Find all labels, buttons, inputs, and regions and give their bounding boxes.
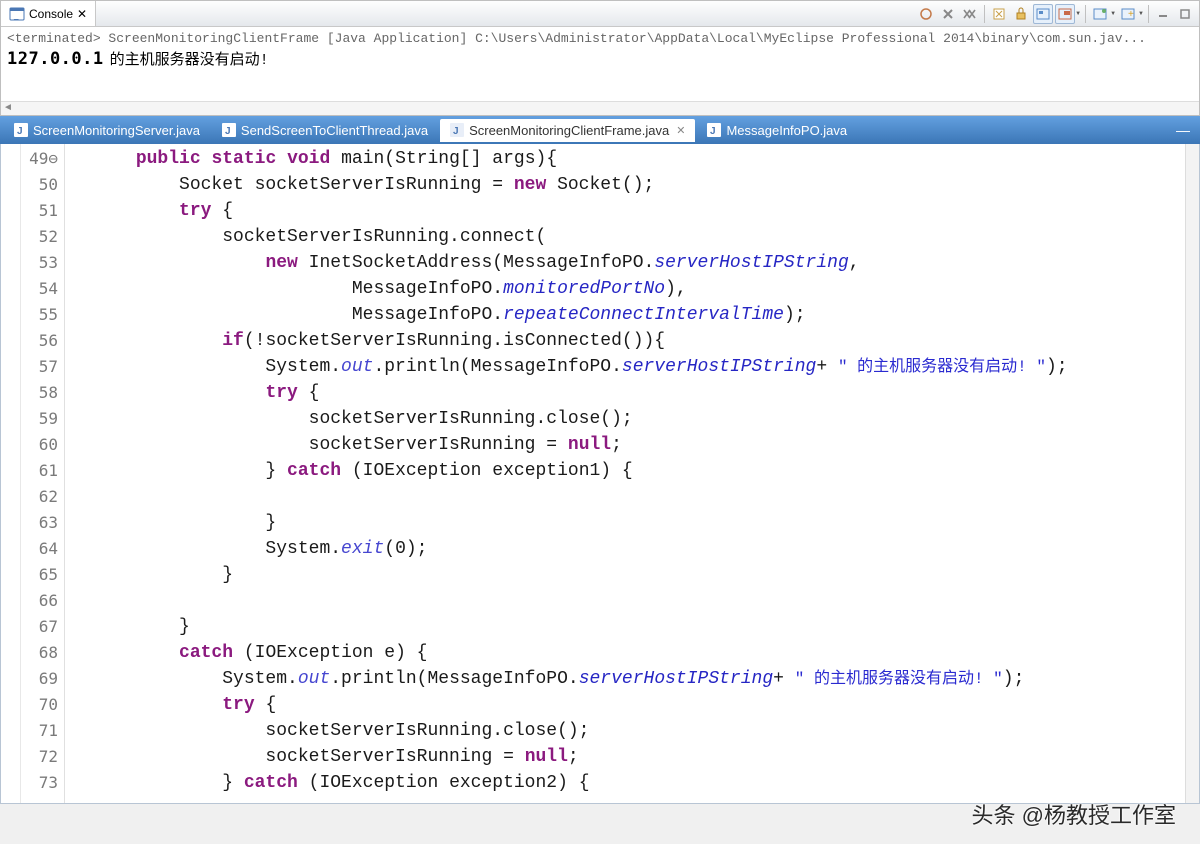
remove-all-launches-icon[interactable] [960,4,980,24]
java-file-icon: J [707,123,721,137]
line-number: 57 [21,354,64,380]
console-output-msg: 的主机服务器没有启动! [110,48,269,69]
console-tabbar: _ Console ✕ ▼ ▼ + ▼ [1,1,1199,27]
console-tab-label: Console [29,7,73,21]
editor-area: 49⊖ 50 51 52 53 54 55 56 57 58 59 60 61 … [0,144,1200,804]
line-number: 52 [21,224,64,250]
line-number: 54 [21,276,64,302]
java-file-icon: J [14,123,28,137]
close-icon[interactable]: ✕ [676,124,685,137]
svg-text:+: + [1128,9,1134,20]
editor-tab-label: ScreenMonitoringClientFrame.java [469,123,669,138]
console-status-line: <terminated> ScreenMonitoringClientFrame… [7,31,1193,46]
separator [1085,5,1086,23]
line-number: 72 [21,744,64,770]
editor-tabbar: J ScreenMonitoringServer.java J SendScre… [0,116,1200,144]
svg-text:J: J [225,126,231,137]
line-number: 51 [21,198,64,224]
line-number: 66 [21,588,64,614]
editor-tab-messageinfo[interactable]: J MessageInfoPO.java [697,119,857,142]
editor-tab-label: ScreenMonitoringServer.java [33,123,200,138]
console-toolbar: ▼ ▼ + ▼ [916,4,1199,24]
editor-tab-label: SendScreenToClientThread.java [241,123,428,138]
console-output-line: 127.0.0.1 的主机服务器没有启动! [7,46,1193,69]
editor-tab-clientframe[interactable]: J ScreenMonitoringClientFrame.java ✕ [440,119,695,142]
line-number: 55 [21,302,64,328]
stop-icon[interactable] [916,4,936,24]
console-tab[interactable]: _ Console ✕ [1,1,96,26]
line-number: 67 [21,614,64,640]
display-console-icon[interactable] [1055,4,1075,24]
line-number: 68 [21,640,64,666]
console-output-ip: 127.0.0.1 [7,49,104,69]
svg-text:_: _ [13,11,19,20]
line-number: 71 [21,718,64,744]
line-number-gutter: 49⊖ 50 51 52 53 54 55 56 57 58 59 60 61 … [21,144,65,803]
clear-console-icon[interactable] [989,4,1009,24]
java-file-icon: J [450,123,464,137]
svg-text:J: J [17,126,23,137]
console-body: <terminated> ScreenMonitoringClientFrame… [1,27,1199,101]
svg-text:J: J [453,126,459,137]
scroll-lock-icon[interactable] [1011,4,1031,24]
line-number: 58 [21,380,64,406]
line-number: 70 [21,692,64,718]
console-horizontal-scrollbar[interactable]: ◄ [1,101,1199,115]
editor-tab-sendscreen[interactable]: J SendScreenToClientThread.java [212,119,438,142]
code-content[interactable]: public static void main(String[] args){ … [65,144,1185,803]
console-icon: _ [9,6,25,22]
minimize-editor-icon[interactable]: ― [1176,122,1196,138]
console-panel: _ Console ✕ ▼ ▼ + ▼ <terminated> ScreenM… [0,0,1200,116]
minimize-icon[interactable] [1153,4,1173,24]
chevron-down-icon[interactable]: ▼ [1138,11,1144,17]
line-number: 60 [21,432,64,458]
overview-ruler[interactable] [1185,144,1199,803]
line-number: 59 [21,406,64,432]
chevron-down-icon[interactable]: ▼ [1110,11,1116,17]
editor-tab-server[interactable]: J ScreenMonitoringServer.java [4,119,210,142]
line-number: 49⊖ [21,146,64,172]
line-number: 65 [21,562,64,588]
open-console-icon[interactable] [1090,4,1110,24]
editor-tab-label: MessageInfoPO.java [726,123,847,138]
separator [984,5,985,23]
close-icon[interactable]: ✕ [77,7,87,21]
svg-text:J: J [710,126,716,137]
line-number: 69 [21,666,64,692]
chevron-down-icon[interactable]: ▼ [1075,11,1081,17]
new-console-icon[interactable]: + [1118,4,1138,24]
line-number: 61 [21,458,64,484]
java-file-icon: J [222,123,236,137]
line-number: 56 [21,328,64,354]
marker-column [1,144,21,803]
line-number: 64 [21,536,64,562]
pin-console-icon[interactable] [1033,4,1053,24]
maximize-icon[interactable] [1175,4,1195,24]
separator [1148,5,1149,23]
line-number: 63 [21,510,64,536]
line-number: 73 [21,770,64,796]
line-number: 53 [21,250,64,276]
line-number: 50 [21,172,64,198]
line-number: 62 [21,484,64,510]
remove-launch-icon[interactable] [938,4,958,24]
